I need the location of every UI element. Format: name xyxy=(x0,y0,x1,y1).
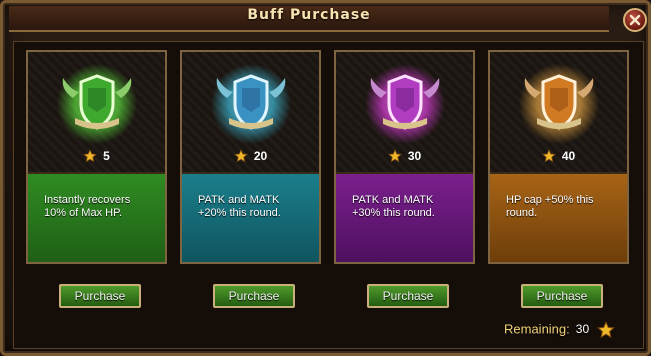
cost-label: 20 xyxy=(182,148,319,163)
remaining-label: Remaining: xyxy=(504,321,570,337)
cost-value: 5 xyxy=(103,148,110,163)
window-title: Buff Purchase xyxy=(247,7,371,23)
close-icon xyxy=(629,14,641,26)
star-icon xyxy=(387,148,402,163)
cost-label: 40 xyxy=(490,148,627,163)
purchase-button[interactable]: Purchase xyxy=(213,284,295,308)
buff-description: HP cap +50% this round. xyxy=(490,172,627,262)
cost-value: 20 xyxy=(253,148,268,163)
card-top: 20 xyxy=(182,52,319,172)
star-icon xyxy=(233,148,248,163)
shield-emblem-icon xyxy=(211,64,291,144)
buff-card: 20 PATK and MATK +20% this round. xyxy=(180,50,321,264)
shield-emblem-icon xyxy=(519,64,599,144)
cost-label: 5 xyxy=(28,148,165,163)
shield-emblem-icon xyxy=(57,64,137,144)
buff-description: Instantly recovers 10% of Max HP. xyxy=(28,172,165,262)
buff-description: PATK and MATK +20% this round. xyxy=(182,172,319,262)
star-icon xyxy=(541,148,556,163)
cost-label: 30 xyxy=(336,148,473,163)
close-button[interactable] xyxy=(623,8,647,32)
purchase-button[interactable]: Purchase xyxy=(367,284,449,308)
card-top: 40 xyxy=(490,52,627,172)
cost-value: 30 xyxy=(407,148,422,163)
cost-value: 40 xyxy=(561,148,576,163)
remaining-counter: Remaining: 30 xyxy=(504,321,616,339)
buff-card: 30 PATK and MATK +30% this round. xyxy=(334,50,475,264)
buff-card: 5 Instantly recovers 10% of Max HP. xyxy=(26,50,167,264)
shield-emblem-icon xyxy=(365,64,445,144)
remaining-value: 30 xyxy=(575,322,590,337)
buff-card: 40 HP cap +50% this round. xyxy=(488,50,629,264)
purchase-button[interactable]: Purchase xyxy=(521,284,603,308)
card-top: 30 xyxy=(336,52,473,172)
buff-description: PATK and MATK +30% this round. xyxy=(336,172,473,262)
purchase-button[interactable]: Purchase xyxy=(59,284,141,308)
buff-purchase-window: Buff Purchase 5 Instantly recovers 10% o… xyxy=(0,0,651,356)
star-icon xyxy=(597,321,616,339)
star-icon xyxy=(83,148,98,163)
card-top: 5 xyxy=(28,52,165,172)
